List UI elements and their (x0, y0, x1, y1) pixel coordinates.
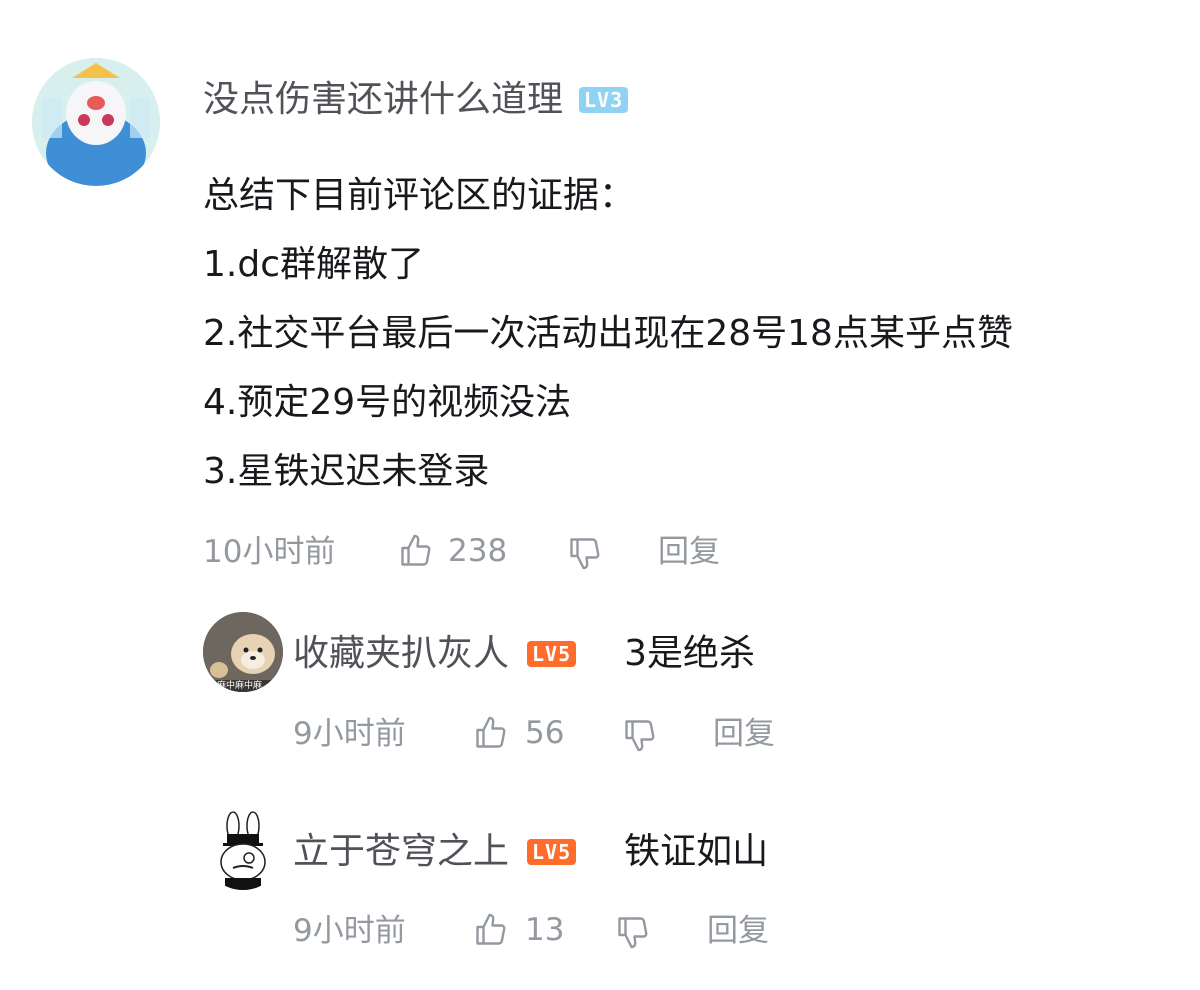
username[interactable]: 收藏夹扒灰人 (293, 636, 509, 672)
dislike-button[interactable] (567, 535, 603, 571)
thumbs-down-icon (625, 720, 655, 752)
thumbs-down-icon (570, 538, 600, 570)
avatar-caption: 麻中麻中麻 (217, 681, 263, 691)
content-line: 4.预定29号的视频没法 (203, 382, 572, 423)
dislike-button[interactable] (615, 914, 651, 950)
dislike-button[interactable] (622, 717, 658, 753)
like-button[interactable]: 13 (473, 912, 564, 948)
like-count: 13 (525, 911, 565, 948)
content-line: 总结下目前评论区的证据： (203, 175, 636, 216)
thumbs-up-icon (476, 716, 506, 748)
avatar-image (32, 58, 160, 186)
reply-content: 3是绝杀 (624, 633, 756, 674)
level-badge: LV3 (579, 87, 629, 113)
comment-content: 总结下目前评论区的证据： 1.dc群解散了 2.社交平台最后一次活动出现在28号… (203, 178, 1013, 523)
like-count: 56 (525, 714, 565, 751)
like-count: 238 (448, 532, 508, 569)
content-line: 2.社交平台最后一次活动出现在28号18点某乎点赞 (203, 313, 1013, 354)
reply-avatar[interactable] (203, 810, 283, 890)
avatar-image (203, 810, 283, 890)
thumbs-down-icon (618, 917, 648, 949)
thumbs-up-icon (476, 913, 506, 945)
username[interactable]: 没点伤害还讲什么道理 (203, 82, 563, 118)
username[interactable]: 立于苍穹之上 (293, 834, 509, 870)
level-badge: LV5 (527, 839, 577, 865)
timestamp: 10小时前 (203, 534, 336, 570)
content-line: 1.dc群解散了 (203, 244, 424, 285)
reply-avatar[interactable]: 麻中麻中麻 (203, 612, 283, 692)
reply-header: 收藏夹扒灰人 LV5 3是绝杀 (293, 636, 755, 672)
reply-actions: 9小时前 13 回复 (293, 912, 893, 952)
reply-content: 铁证如山 (624, 831, 769, 872)
like-button[interactable]: 56 (473, 715, 564, 751)
comment-header: 没点伤害还讲什么道理 LV3 (203, 82, 629, 118)
thumbs-up-icon (401, 534, 431, 566)
avatar[interactable] (32, 58, 160, 186)
like-button[interactable]: 238 (398, 533, 507, 569)
reply-button[interactable]: 回复 (713, 719, 775, 750)
reply-header: 立于苍穹之上 LV5 铁证如山 (293, 834, 768, 870)
reply-actions: 9小时前 56 回复 (293, 715, 893, 755)
comment-actions: 10小时前 238 回复 (203, 533, 903, 573)
reply-button[interactable]: 回复 (658, 537, 720, 568)
reply-button[interactable]: 回复 (707, 916, 769, 947)
content-line: 3.星铁迟迟未登录 (203, 451, 490, 492)
level-badge: LV5 (527, 641, 577, 667)
timestamp: 9小时前 (293, 716, 406, 752)
timestamp: 9小时前 (293, 913, 406, 949)
